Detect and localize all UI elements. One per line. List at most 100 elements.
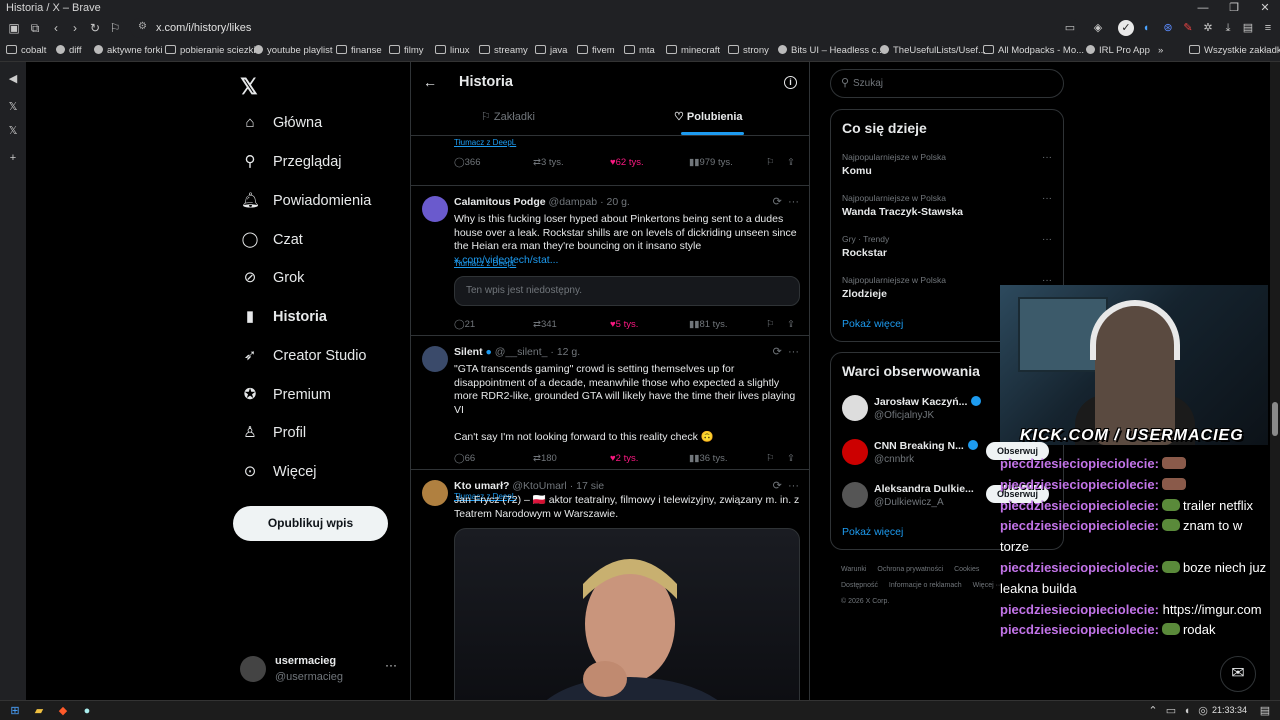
trend-item[interactable]: Gry · Trendy Rockstar ··· bbox=[842, 234, 1052, 259]
tweet-time[interactable]: · 17 sie bbox=[570, 480, 604, 492]
tweet-photo[interactable] bbox=[454, 528, 800, 700]
account-switcher[interactable]: usermacieg @usermacieg ··· bbox=[240, 652, 400, 692]
tweet-author-name[interactable]: Silent bbox=[454, 346, 483, 358]
footer-link[interactable]: Ochrona prywatności bbox=[877, 566, 943, 573]
reply-button[interactable]: ◯ 66 bbox=[454, 453, 475, 464]
sound-icon[interactable]: ◖ bbox=[1180, 704, 1194, 718]
bookmark-page-icon[interactable]: ⚐ bbox=[107, 20, 123, 36]
check-extension-icon[interactable]: ✓ bbox=[1118, 20, 1134, 36]
views-button[interactable]: ▮▮ 979 tys. bbox=[689, 157, 733, 168]
tab-likes[interactable]: ♡ Polubienia bbox=[674, 110, 743, 123]
avatar[interactable] bbox=[422, 196, 448, 222]
brave-icon[interactable]: ◆ bbox=[56, 704, 70, 718]
avatar[interactable] bbox=[422, 480, 448, 506]
trend-more-icon[interactable]: ··· bbox=[1042, 152, 1052, 163]
trend-item[interactable]: Najpopularniejsze w Polska Komu ··· bbox=[842, 152, 1052, 177]
tweet[interactable]: Tłumacz z DeepL ◯ 366 ⇄ 3 tys. ♥ 62 tys.… bbox=[411, 136, 809, 186]
bookmark-folder[interactable]: finanse bbox=[336, 45, 382, 56]
trend-item[interactable]: Najpopularniejsze w Polska Wanda Traczyk… bbox=[842, 193, 1052, 218]
tweet[interactable]: Silent ● @__silent_ · 12 g. ⟳ ··· "GTA t… bbox=[411, 336, 809, 501]
reply-button[interactable]: ◯ 366 bbox=[454, 157, 481, 168]
tweet-more-icon[interactable]: ⟳ ··· bbox=[773, 345, 799, 358]
cast-icon[interactable]: ▭ bbox=[1062, 20, 1078, 36]
nav-item-history[interactable]: ▮ Historia bbox=[241, 301, 327, 333]
views-button[interactable]: ▮▮ 81 tys. bbox=[689, 319, 727, 330]
share-icon[interactable]: ⇪ bbox=[787, 157, 795, 168]
minimize-button[interactable]: — bbox=[1188, 0, 1218, 16]
file-explorer-icon[interactable]: ▰ bbox=[32, 704, 46, 718]
avatar[interactable] bbox=[422, 346, 448, 372]
download-icon[interactable]: ⤓ bbox=[1220, 20, 1236, 36]
tray-chevron-icon[interactable]: ⌃ bbox=[1146, 704, 1160, 718]
nav-item-home[interactable]: ⌂ Główna bbox=[241, 107, 322, 139]
footer-link[interactable]: Dostępność bbox=[841, 582, 878, 589]
reply-button[interactable]: ◯ 21 bbox=[454, 319, 475, 330]
scrollbar-thumb[interactable] bbox=[1272, 402, 1278, 436]
bookmark-tweet-icon[interactable]: ⚐ bbox=[766, 319, 775, 330]
post-button[interactable]: Opublikuj wpis bbox=[233, 506, 388, 541]
reload-icon[interactable]: ↻ bbox=[87, 20, 103, 36]
footer-link[interactable]: Więcej ··· bbox=[973, 582, 1003, 589]
translate-link[interactable]: Tłumacz z DeepL bbox=[454, 138, 516, 147]
bookmark-folder[interactable]: strony bbox=[728, 45, 769, 56]
nav-item-creator-studio[interactable]: ➶ Creator Studio bbox=[241, 340, 367, 372]
retweet-button[interactable]: ⇄ 3 tys. bbox=[533, 157, 564, 168]
tab-bookmarks[interactable]: ⚐ Zakładki bbox=[481, 110, 535, 123]
site-settings-icon[interactable]: ⚙ bbox=[138, 21, 147, 32]
add-panel-icon[interactable]: + bbox=[5, 152, 21, 164]
retweet-button[interactable]: ⇄ 341 bbox=[533, 319, 557, 330]
forward-icon[interactable]: › bbox=[67, 20, 83, 36]
nav-item-profile[interactable]: ♙ Profil bbox=[241, 417, 306, 449]
share-icon[interactable]: ⇪ bbox=[787, 319, 795, 330]
footer-link[interactable]: Cookies bbox=[954, 566, 979, 573]
tweet[interactable]: Kto umarł? @KtoUmarl · 17 sie ⟳ ··· Jan … bbox=[411, 470, 809, 700]
nav-item-notifications[interactable]: 🔔︎ Powiadomienia bbox=[241, 185, 371, 217]
footer-link[interactable]: Warunki bbox=[841, 566, 866, 573]
back-arrow-icon[interactable]: ← bbox=[423, 74, 437, 90]
wallet-icon[interactable]: ▤ bbox=[1240, 20, 1256, 36]
translate-extension-icon[interactable]: ⊛ bbox=[1160, 20, 1176, 36]
share-icon[interactable]: ⇪ bbox=[787, 453, 795, 464]
close-window-button[interactable]: ✕ bbox=[1250, 0, 1280, 16]
like-button[interactable]: ♥ 62 tys. bbox=[610, 157, 644, 168]
who-show-more[interactable]: Pokaż więcej bbox=[842, 526, 903, 538]
page-scrollbar[interactable] bbox=[1270, 62, 1280, 700]
app-icon[interactable]: ● bbox=[80, 704, 94, 718]
speaker-icon[interactable]: ◀ bbox=[5, 72, 21, 85]
address-bar[interactable]: ⚙ x.com/i/history/likes bbox=[130, 18, 1080, 38]
bookmark-item[interactable]: aktywne forki bbox=[94, 45, 162, 56]
tweet-author-handle[interactable]: @KtoUmarl bbox=[512, 480, 566, 492]
bookmark-folder[interactable]: fivem bbox=[577, 45, 615, 56]
bookmark-tweet-icon[interactable]: ⚐ bbox=[766, 453, 775, 464]
nav-item-premium[interactable]: ✪ Premium bbox=[241, 379, 331, 411]
bookmark-item[interactable]: IRL Pro App bbox=[1086, 45, 1150, 56]
bookmark-item[interactable]: TheUsefulLists/Usef... bbox=[880, 45, 986, 56]
trend-more-icon[interactable]: ··· bbox=[1042, 193, 1052, 204]
bookmark-folder[interactable]: mta bbox=[624, 45, 655, 56]
trend-more-icon[interactable]: ··· bbox=[1042, 234, 1052, 245]
bookmark-item[interactable]: cobalt bbox=[6, 45, 46, 56]
views-button[interactable]: ▮▮ 36 tys. bbox=[689, 453, 727, 464]
nav-item-explore[interactable]: ⚲ Przeglądaj bbox=[241, 146, 342, 178]
tweet-time[interactable]: · 20 g. bbox=[600, 196, 630, 208]
tweet-more-icon[interactable]: ⟳ ··· bbox=[773, 479, 799, 492]
messages-drawer-icon[interactable]: ✉ bbox=[1220, 656, 1256, 692]
tweet[interactable]: Calamitous Podge @dampab · 20 g. ⟳ ··· W… bbox=[411, 186, 809, 336]
extension-red-icon[interactable]: ✎ bbox=[1180, 20, 1196, 36]
retweet-button[interactable]: ⇄ 180 bbox=[533, 453, 557, 464]
tweet-author-handle[interactable]: @__silent_ bbox=[495, 346, 548, 358]
bookmark-folder[interactable]: minecraft bbox=[666, 45, 720, 56]
headset-tray-icon[interactable]: ◎ bbox=[1196, 704, 1210, 718]
x-tab-icon[interactable]: 𝕏 bbox=[5, 124, 21, 137]
start-icon[interactable]: ⊞ bbox=[8, 704, 22, 718]
menu-icon[interactable]: ≡ bbox=[1260, 20, 1276, 36]
extensions-icon[interactable]: ✲ bbox=[1200, 20, 1216, 36]
sidebar-toggle-icon[interactable]: ▣ bbox=[6, 20, 22, 36]
account-more-icon[interactable]: ··· bbox=[385, 658, 397, 672]
bookmark-folder[interactable]: java bbox=[535, 45, 567, 56]
info-icon[interactable]: i bbox=[784, 76, 797, 89]
back-icon[interactable]: ‹ bbox=[48, 20, 64, 36]
bookmark-item[interactable]: Bits UI – Headless c... bbox=[778, 45, 884, 56]
trends-show-more[interactable]: Pokaż więcej bbox=[842, 318, 903, 330]
bookmark-folder[interactable]: linux bbox=[435, 45, 470, 56]
